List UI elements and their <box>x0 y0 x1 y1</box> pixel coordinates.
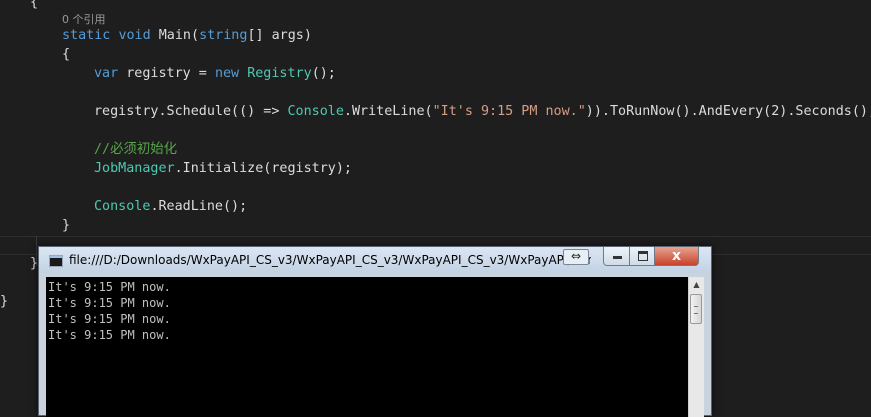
code-line: static void Main(string[] args) <box>62 28 312 43</box>
code-line: } <box>0 294 9 309</box>
console-scrollbar[interactable]: ▲ <box>688 277 704 417</box>
console-output-line: It's 9:15 PM now. <box>48 280 171 294</box>
codelens-references[interactable]: 0 个引用 <box>62 11 106 27</box>
scroll-up-arrow-icon[interactable]: ▲ <box>689 277 704 293</box>
code-line: var registry = new Registry(); <box>94 66 336 81</box>
code-line: //必须初始化 <box>94 142 178 157</box>
console-output-line: It's 9:15 PM now. <box>48 312 171 326</box>
resize-arrows-icon[interactable]: ⇔ <box>563 249 589 265</box>
code-line: { <box>62 47 71 62</box>
maximize-button[interactable] <box>629 247 655 266</box>
code-line: { <box>30 0 39 10</box>
code-line: } <box>62 218 71 233</box>
minimize-icon <box>613 256 622 259</box>
console-window-title: file:///D:/Downloads/WxPayAPI_CS_v3/WxPa… <box>69 253 591 267</box>
maximize-icon <box>638 251 648 261</box>
console-window[interactable]: file:///D:/Downloads/WxPayAPI_CS_v3/WxPa… <box>38 246 712 417</box>
console-titlebar[interactable]: file:///D:/Downloads/WxPayAPI_CS_v3/WxPa… <box>39 247 711 273</box>
console-output[interactable]: It's 9:15 PM now. It's 9:15 PM now. It's… <box>46 277 688 417</box>
close-icon: x <box>671 248 682 264</box>
code-line: JobManager.Initialize(registry); <box>94 161 352 176</box>
scroll-thumb[interactable] <box>690 294 702 324</box>
close-button[interactable]: x <box>654 247 699 266</box>
console-output-line: It's 9:15 PM now. <box>48 328 171 342</box>
console-app-icon[interactable] <box>49 255 63 267</box>
minimize-button[interactable] <box>603 247 630 266</box>
code-line: registry.Schedule(() => Console.WriteLin… <box>94 104 871 119</box>
code-line: Console.ReadLine(); <box>94 199 248 214</box>
code-line: } <box>30 256 39 271</box>
console-output-line: It's 9:15 PM now. <box>48 296 171 310</box>
